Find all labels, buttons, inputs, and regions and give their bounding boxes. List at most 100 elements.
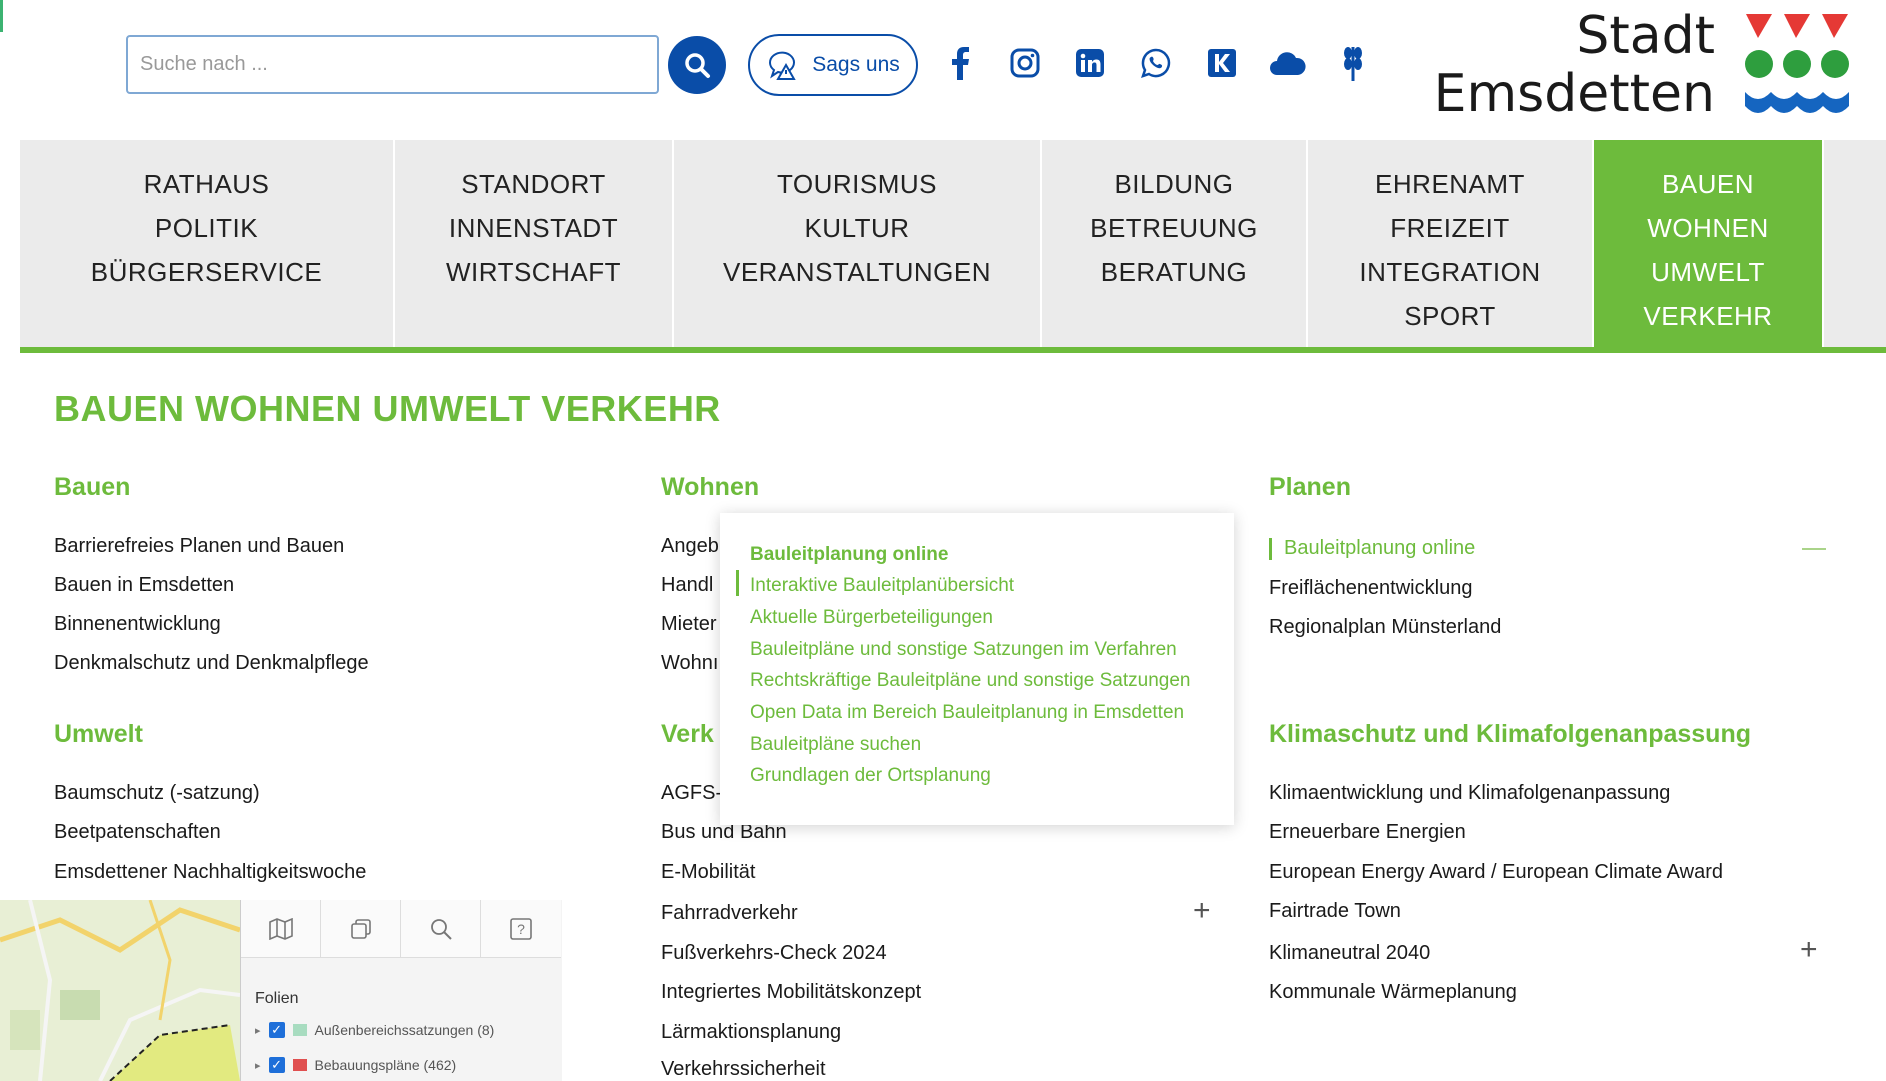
expand-arrow-icon[interactable]: ▸: [255, 1024, 261, 1037]
link-klimaentwicklung[interactable]: Klimaentwicklung und Klimafolgenanpassun…: [1269, 782, 1670, 805]
city-logo[interactable]: Stadt Emsdetten: [1434, 0, 1860, 130]
link-klimaneutral-2040[interactable]: Klimaneutral 2040: [1269, 942, 1430, 965]
layer-row: ▸ ✓ Außenbereichssatzungen (8): [255, 1022, 494, 1038]
link-waermeplanung[interactable]: Kommunale Wärmeplanung: [1269, 981, 1517, 1004]
link-e-mobilitaet[interactable]: E-Mobilität: [661, 861, 755, 884]
nav-item-bildung[interactable]: BILDUNG BETREUUNG BERATUNG: [1042, 140, 1308, 347]
layer-checkbox[interactable]: ✓: [268, 1057, 285, 1073]
link-laermaktionsplanung[interactable]: Lärmaktionsplanung: [661, 1021, 841, 1044]
link-barrierefreies[interactable]: Barrierefreies Planen und Bauen: [54, 535, 344, 558]
linkedin-link[interactable]: [1067, 40, 1113, 86]
sags-uns-label: Sags uns: [812, 53, 900, 76]
map-canvas[interactable]: [0, 900, 241, 1081]
section-title-bauen[interactable]: Bauen: [54, 473, 130, 502]
main-navigation: RATHAUS POLITIK BÜRGERSERVICE STANDORT I…: [20, 140, 1886, 353]
nav-label: VERKEHR: [1643, 301, 1773, 331]
expand-fahrradverkehr-button[interactable]: +: [1193, 896, 1211, 926]
folien-label: Folien: [255, 990, 299, 1007]
link-fairtrade-town[interactable]: Fairtrade Town: [1269, 900, 1401, 923]
wheat-link[interactable]: [1330, 40, 1376, 86]
link-wohnen-1[interactable]: Angeb: [661, 535, 719, 558]
link-wohnen-4[interactable]: Wohnı: [661, 652, 718, 675]
map-tool-help[interactable]: ?: [481, 900, 561, 958]
search-input[interactable]: [126, 35, 659, 94]
active-indicator: [1269, 538, 1272, 560]
header: Sags uns Stadt Emsdetten: [0, 0, 1886, 140]
facebook-icon: [952, 47, 969, 80]
sags-uns-button[interactable]: Sags uns: [748, 34, 918, 96]
link-bauen-in-emsdetten[interactable]: Bauen in Emsdetten: [54, 574, 234, 597]
nav-item-bauen[interactable]: BAUEN WOHNEN UMWELT VERKEHR: [1594, 140, 1824, 347]
facebook-link[interactable]: [937, 40, 983, 86]
link-denkmalschutz[interactable]: Denkmalschutz und Denkmalpflege: [54, 652, 369, 675]
section-title-planen[interactable]: Planen: [1269, 473, 1351, 502]
link-erneuerbare-energien[interactable]: Erneuerbare Energien: [1269, 821, 1466, 844]
whatsapp-link[interactable]: [1133, 40, 1179, 86]
page-title: BAUEN WOHNEN UMWELT VERKEHR: [54, 388, 721, 429]
nav-item-ehrenamt[interactable]: EHRENAMT FREIZEIT INTEGRATION SPORT: [1308, 140, 1594, 347]
k-app-link[interactable]: [1199, 40, 1245, 86]
link-energy-award[interactable]: European Energy Award / European Climate…: [1269, 861, 1723, 884]
k-app-icon: [1208, 49, 1236, 77]
popup-title-link[interactable]: Bauleitplanung online: [750, 544, 948, 566]
link-fussverkehrs-check[interactable]: Fußverkehrs-Check 2024: [661, 942, 887, 965]
map-preview: ? Folien ▸ ✓ Außenbereichssatzungen (8) …: [0, 900, 562, 1081]
chat-warning-icon: [769, 51, 796, 80]
link-binnenentwicklung[interactable]: Binnenentwicklung: [54, 613, 221, 636]
popup-link[interactable]: Rechtskräftige Bauleitpläne und sonstige…: [750, 670, 1190, 692]
link-baumschutz[interactable]: Baumschutz (-satzung): [54, 782, 260, 805]
nav-item-tourismus[interactable]: TOURISMUS KULTUR VERANSTALTUNGEN: [674, 140, 1042, 347]
search-button[interactable]: [668, 36, 726, 94]
map-tool-layers[interactable]: [321, 900, 401, 958]
nav-label: BAUEN: [1661, 169, 1755, 199]
nav-item-standort[interactable]: STANDORT INNENSTADT WIRTSCHAFT: [395, 140, 674, 347]
popup-active-indicator: [736, 570, 739, 596]
link-verkehrssicherheit[interactable]: Verkehrssicherheit: [661, 1058, 826, 1081]
map-layer-panel: ? Folien ▸ ✓ Außenbereichssatzungen (8) …: [240, 900, 562, 1081]
nav-label: STANDORT: [461, 169, 606, 199]
link-nachhaltigkeitswoche[interactable]: Emsdettener Nachhaltigkeitswoche: [54, 861, 366, 884]
popup-link[interactable]: Open Data im Bereich Bauleitplanung in E…: [750, 702, 1184, 724]
link-agfs[interactable]: AGFS-: [661, 782, 722, 805]
nav-label: BÜRGERSERVICE: [90, 257, 323, 287]
instagram-link[interactable]: [1002, 40, 1048, 86]
cloud-link[interactable]: [1264, 40, 1310, 86]
nav-label: VERANSTALTUNGEN: [722, 257, 992, 287]
link-wohnen-2[interactable]: Handl: [661, 574, 713, 597]
nav-label: FREIZEIT: [1390, 213, 1510, 243]
nav-label: WOHNEN: [1647, 213, 1769, 243]
layer-checkbox[interactable]: ✓: [268, 1022, 285, 1038]
map-tool-map[interactable]: [241, 900, 321, 958]
nav-label: BERATUNG: [1100, 257, 1248, 287]
popup-link[interactable]: Grundlagen der Ortsplanung: [750, 765, 991, 787]
link-freiflaechenentwicklung[interactable]: Freiflächenentwicklung: [1269, 577, 1472, 600]
collapse-bauleitplanung-button[interactable]: [1802, 548, 1826, 550]
section-title-klimaschutz[interactable]: Klimaschutz und Klimafolgenanpassung: [1269, 720, 1751, 749]
link-mobilitaetskonzept[interactable]: Integriertes Mobilitätskonzept: [661, 981, 921, 1004]
nav-label: EHRENAMT: [1375, 169, 1525, 199]
section-title-umwelt[interactable]: Umwelt: [54, 720, 143, 749]
bauleitplanung-popup: Bauleitplanung online Interaktive Baulei…: [720, 513, 1234, 825]
map-tool-search[interactable]: [401, 900, 481, 958]
popup-link[interactable]: Bauleitpläne suchen: [750, 734, 921, 756]
expand-klimaneutral-button[interactable]: +: [1800, 935, 1818, 965]
link-beetpatenschaften[interactable]: Beetpatenschaften: [54, 821, 221, 844]
popup-link[interactable]: Aktuelle Bürgerbeteiligungen: [750, 607, 993, 629]
nav-item-rathaus[interactable]: RATHAUS POLITIK BÜRGERSERVICE: [20, 140, 395, 347]
instagram-icon: [1010, 48, 1040, 78]
link-fahrradverkehr[interactable]: Fahrradverkehr: [661, 902, 798, 925]
popup-link[interactable]: Bauleitpläne und sonstige Satzungen im V…: [750, 639, 1177, 661]
link-wohnen-3[interactable]: Mieter: [661, 613, 717, 636]
expand-arrow-icon[interactable]: ▸: [255, 1059, 261, 1072]
section-title-wohnen[interactable]: Wohnen: [661, 473, 759, 502]
popup-link[interactable]: Interaktive Bauleitplanübersicht: [750, 575, 1014, 597]
logo-line-stadt: Stadt: [1576, 6, 1715, 66]
layer-swatch: [292, 1059, 307, 1071]
logo-line-emsdetten: Emsdetten: [1433, 64, 1715, 124]
layer-label: Bebauungspläne (462): [314, 1057, 457, 1073]
nav-label: BETREUUNG: [1090, 213, 1258, 243]
nav-label: WIRTSCHAFT: [446, 257, 621, 287]
link-bauleitplanung-online[interactable]: Bauleitplanung online: [1284, 537, 1475, 560]
section-title-verkehr[interactable]: Verk: [661, 720, 714, 749]
link-regionalplan[interactable]: Regionalplan Münsterland: [1269, 616, 1501, 639]
